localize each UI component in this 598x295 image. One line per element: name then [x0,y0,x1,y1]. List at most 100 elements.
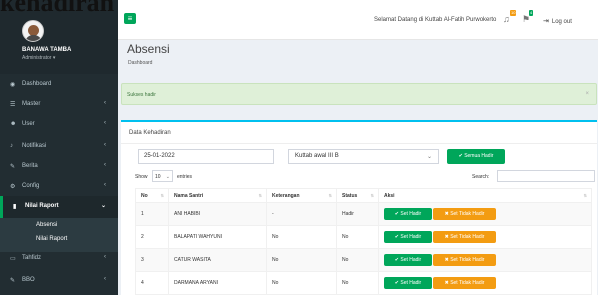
page: BANAWA TAMBA Administrator ▾ ◉ Dashboard … [0,0,598,295]
logout-icon: ⇥ [543,18,549,25]
mark-all-present-button[interactable]: ✔ Semua Hadir [447,149,505,164]
set-tidak-hadir-button[interactable]: ✖ Set Tidak Hadir [433,254,496,266]
sidebar-item-tahfidz[interactable]: ▭ Tahfidz ‹ [0,248,118,270]
cell-nama: DARMANA ARYANI [168,271,267,295]
chevron-down-icon: ⌄ [165,174,170,180]
sliders-icon: ⚙ [10,184,16,190]
attendance-table: No ⇅ Nama Santri ⇅ Keterangan ⇅ Status ⇅ Aks… [135,188,592,295]
chevron-left-icon: ‹ [104,276,106,282]
cell-aksi: ✔ Set Hadir ✖ Set Tidak Hadir [378,225,592,249]
chevron-left-icon: ‹ [104,182,106,188]
sort-icon: ⇅ [370,193,374,198]
search-label: Search: [472,174,490,180]
set-tidak-hadir-button[interactable]: ✖ Set Tidak Hadir [433,231,496,243]
column-header-keterangan[interactable]: Keterangan ⇅ [266,188,337,203]
cell-aksi: ✔ Set Hadir ✖ Set Tidak Hadir [378,271,592,295]
content-area: Absensi Dashboard Sukses hadir × Data Ke… [118,40,598,295]
logout-link[interactable]: ⇥ Log out [543,17,572,25]
cell-keterangan: - [266,202,337,226]
users-icon: ☻ [10,121,17,127]
chevron-down-icon: ⌄ [426,154,432,160]
sidebar-item-nilai-raport[interactable]: ▮ Nilai Raport ⌄ [0,196,118,218]
breadcrumb[interactable]: Dashboard [128,60,152,66]
sidebar-item-user[interactable]: ☻ User ‹ [0,114,118,136]
cell-status: No [336,271,379,295]
cell-keterangan: No [266,271,337,295]
cell-status: No [336,248,379,272]
entries-select[interactable]: 10 ⌄ [152,170,173,182]
set-hadir-button[interactable]: ✔ Set Hadir [384,254,432,266]
notification-badge: 10 [510,10,517,16]
dashboard-icon: ◉ [10,82,16,88]
menu-toggle-icon[interactable]: ≡ [124,13,136,24]
chevron-left-icon: ‹ [104,120,106,126]
bell-icon: ♪ [10,143,13,149]
column-header-aksi[interactable]: Aksi ⇅ [378,188,592,203]
divider [121,143,597,144]
sidebar-item-bbo[interactable]: ✎ BBO ‹ [0,270,118,292]
sort-icon: ⇅ [258,193,262,198]
sidebar-item-dashboard[interactable]: ◉ Dashboard [0,74,118,96]
cell-nama: ANI HABIBI [168,202,267,226]
set-tidak-hadir-button[interactable]: ✖ Set Tidak Hadir [433,277,496,289]
list-icon: ☰ [10,102,16,108]
chevron-left-icon: ‹ [104,100,106,106]
avatar [22,20,44,42]
cell-nama: BALAPATI WAHYUNI [168,225,267,249]
sidebar: BANAWA TAMBA Administrator ▾ ◉ Dashboard … [0,0,118,295]
cell-no: 1 [135,202,169,226]
sort-icon: ⇅ [583,193,587,198]
column-header-nama[interactable]: Nama Santri ⇅ [168,188,267,203]
chevron-left-icon: ‹ [104,142,106,148]
chevron-down-icon: ⌄ [100,203,106,209]
date-input[interactable]: 25-01-2022 [138,149,274,164]
cell-nama: CATUR WASITA [168,248,267,272]
cell-aksi: ✔ Set Hadir ✖ Set Tidak Hadir [378,202,592,226]
column-header-no[interactable]: No ⇅ [135,188,169,203]
cell-no: 2 [135,225,169,249]
kuttab-select[interactable]: Kuttab awal III B ⌄ [288,149,439,164]
top-navbar: ≡ Selamat Datang di Kuttab Al-Fatih Purw… [118,0,598,40]
success-alert: Sukses hadir × [121,83,597,105]
book-icon: ▮ [13,204,17,210]
close-icon[interactable]: × [585,91,589,97]
notification-bell-icon[interactable]: ♫ [503,14,510,24]
attendance-box: Data Kehadiran 25-01-2022 Kuttab awal II… [121,120,597,295]
search-input[interactable] [497,170,595,182]
user-role[interactable]: Administrator ▾ [22,55,55,61]
sidebar-item-berita[interactable]: ✎ Berita ‹ [0,156,118,178]
set-hadir-button[interactable]: ✔ Set Hadir [384,208,432,220]
table-row: 3 CATUR WASITA No No ✔ Set Hadir ✖ Set Ti… [135,248,592,272]
set-hadir-button[interactable]: ✔ Set Hadir [384,277,432,289]
box-title: Data Kehadiran [129,130,171,136]
cell-status: Hadir [336,202,379,226]
table-row: 2 BALAPATI WAHYUNI No No ✔ Set Hadir ✖ Se… [135,225,592,249]
entries-label: entries [177,174,193,180]
page-title: Absensi [127,42,170,56]
chevron-left-icon: ‹ [104,162,106,168]
sort-icon: ⇅ [160,193,164,198]
cell-aksi: ✔ Set Hadir ✖ Set Tidak Hadir [378,248,592,272]
submenu-nilai-raport: Absensi Nilai Raport [0,218,118,252]
edit-icon: ✎ [10,164,16,170]
set-hadir-button[interactable]: ✔ Set Hadir [384,231,432,243]
submenu-item-nilai-raport[interactable]: Nilai Raport [36,236,67,242]
welcome-text: Selamat Datang di Kuttab Al-Fatih Purwok… [374,17,497,23]
flag-badge: 4 [529,10,534,16]
cell-no: 3 [135,248,169,272]
table-row: 4 DARMANA ARYANI No No ✔ Set Hadir ✖ Set … [135,271,592,295]
sidebar-item-notifikasi[interactable]: ♪ Notifikasi ‹ [0,136,118,158]
table-header-row: No ⇅ Nama Santri ⇅ Keterangan ⇅ Status ⇅ Aks… [135,188,592,203]
cell-keterangan: No [266,248,337,272]
submenu-item-absensi[interactable]: Absensi [36,222,57,228]
chevron-left-icon: ‹ [104,254,106,260]
column-header-status[interactable]: Status ⇅ [336,188,379,203]
cell-keterangan: No [266,225,337,249]
show-label: Show [135,174,148,180]
sort-icon: ⇅ [328,193,332,198]
sidebar-item-master[interactable]: ☰ Master ‹ [0,94,118,116]
sidebar-item-config[interactable]: ⚙ Config ‹ [0,176,118,198]
cell-no: 4 [135,271,169,295]
edit-icon: ✎ [10,278,16,284]
set-tidak-hadir-button[interactable]: ✖ Set Tidak Hadir [433,208,496,220]
